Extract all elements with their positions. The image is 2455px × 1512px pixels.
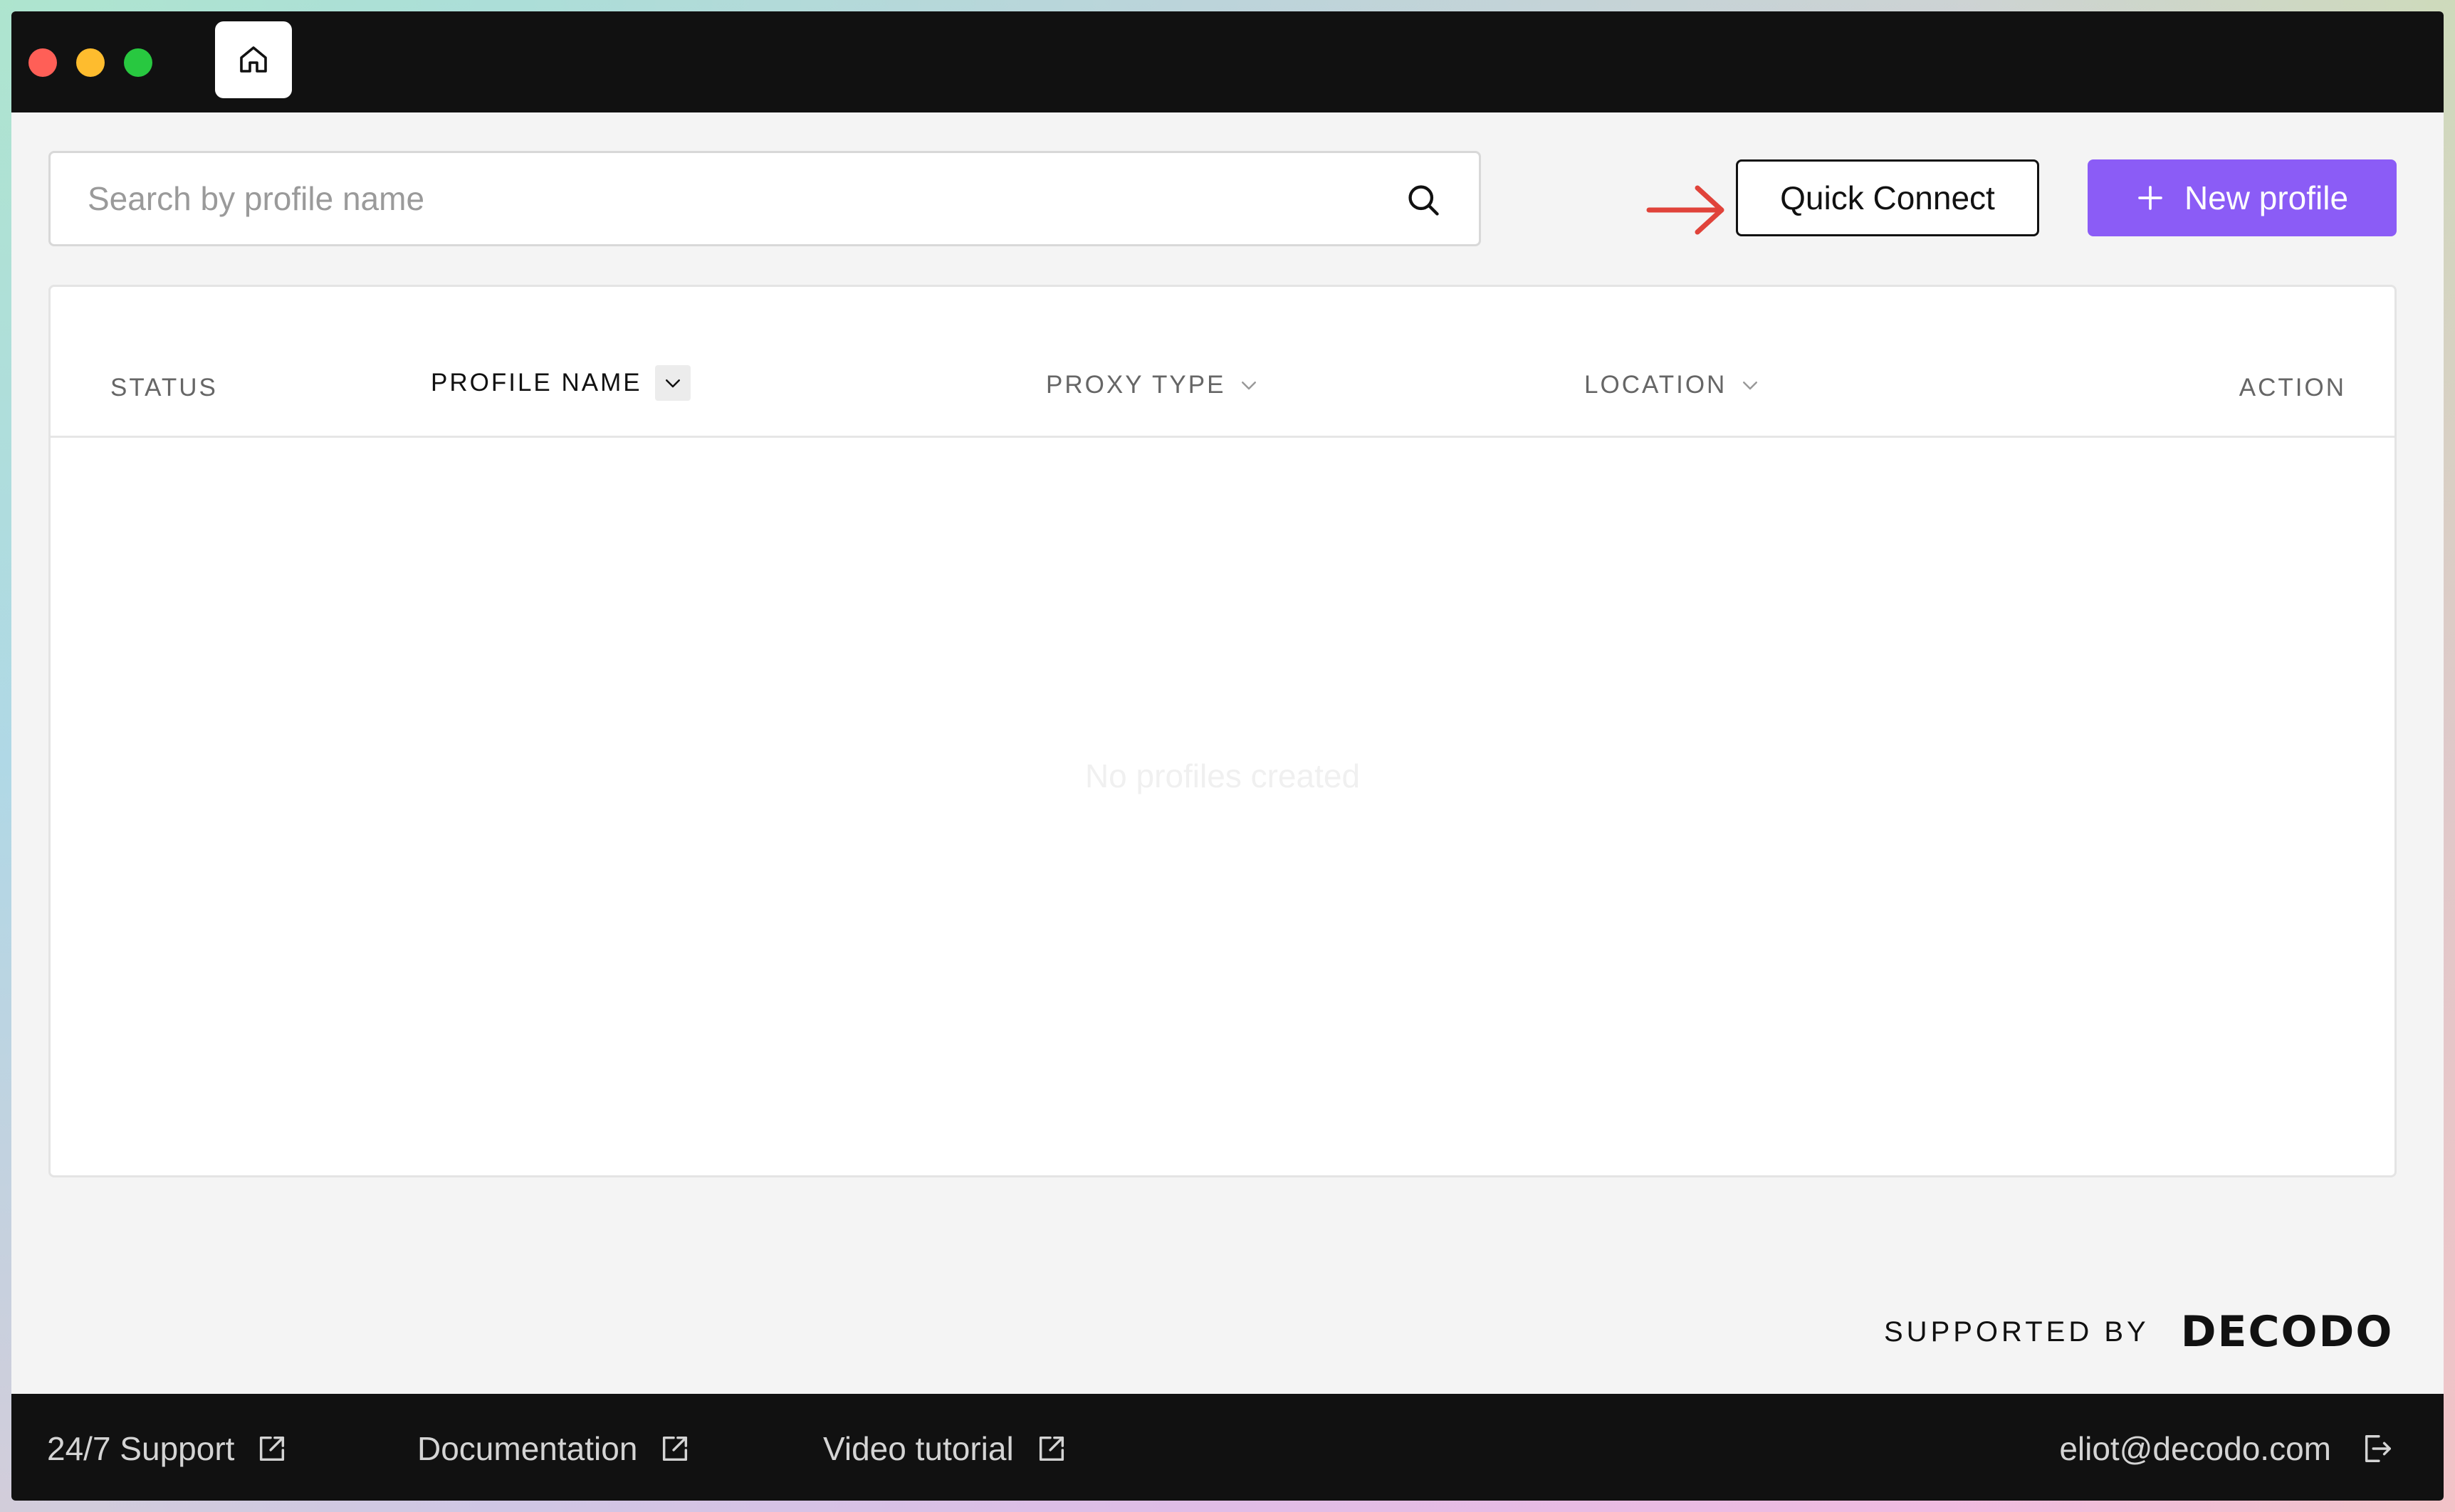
user-account: eliot@decodo.com	[2059, 1429, 2394, 1468]
column-label: ACTION	[2239, 374, 2346, 401]
minimize-window-button[interactable]	[76, 48, 105, 77]
plus-icon	[2138, 186, 2162, 210]
video-tutorial-link[interactable]: Video tutorial	[823, 1429, 1068, 1468]
column-label: STATUS	[110, 374, 218, 401]
column-header-action: ACTION	[2239, 374, 2346, 402]
support-link-label: 24/7 Support	[47, 1430, 235, 1467]
annotation-arrow-icon	[1646, 185, 1724, 235]
column-header-profile-name[interactable]: PROFILE NAME	[431, 365, 691, 401]
video-tutorial-link-label: Video tutorial	[823, 1430, 1014, 1467]
search-box	[48, 151, 1481, 246]
column-label: LOCATION	[1584, 371, 1727, 399]
user-email: eliot@decodo.com	[2059, 1430, 2331, 1467]
new-profile-button[interactable]: New profile	[2088, 159, 2397, 236]
support-link[interactable]: 24/7 Support	[47, 1429, 288, 1468]
supported-by: SUPPORTED BY DECODO	[1884, 1307, 2393, 1357]
table-header: STATUS PROFILE NAME PROXY TYPE LOCATION	[51, 287, 2394, 438]
decodo-logo: DECODO	[2180, 1307, 2394, 1357]
home-tab[interactable]	[215, 21, 292, 98]
documentation-link-label: Documentation	[417, 1430, 638, 1467]
column-header-proxy-type[interactable]: PROXY TYPE	[1046, 371, 1260, 399]
chevron-down-icon	[1743, 382, 1758, 390]
column-header-status: STATUS	[110, 374, 218, 402]
column-label: PROFILE NAME	[431, 369, 642, 397]
chevron-down-icon	[665, 379, 680, 388]
search-input[interactable]	[51, 153, 1479, 244]
search-icon[interactable]	[1405, 182, 1442, 219]
external-link-icon	[1039, 1436, 1064, 1461]
close-window-button[interactable]	[28, 48, 57, 77]
logout-icon[interactable]	[2361, 1432, 2394, 1465]
title-bar	[11, 11, 2444, 112]
column-header-location[interactable]: LOCATION	[1584, 371, 1761, 399]
app-window: Quick Connect New profile STATUS PROFILE…	[11, 11, 2444, 1501]
sort-toggle[interactable]	[654, 365, 691, 401]
chevron-down-icon	[1242, 382, 1257, 390]
footer-bar: 24/7 Support Documentation Video tutoria…	[11, 1394, 2444, 1501]
home-icon	[240, 46, 267, 73]
documentation-link[interactable]: Documentation	[417, 1429, 691, 1468]
supported-by-label: SUPPORTED BY	[1884, 1316, 2150, 1348]
profiles-table: STATUS PROFILE NAME PROXY TYPE LOCATION	[48, 285, 2397, 1177]
external-link-icon	[663, 1436, 688, 1461]
quick-connect-button[interactable]: Quick Connect	[1736, 159, 2039, 236]
column-label: PROXY TYPE	[1046, 371, 1226, 399]
external-link-icon	[260, 1436, 285, 1461]
maximize-window-button[interactable]	[124, 48, 152, 77]
new-profile-label: New profile	[2184, 179, 2349, 216]
empty-state-message: No profiles created	[1084, 757, 1361, 794]
